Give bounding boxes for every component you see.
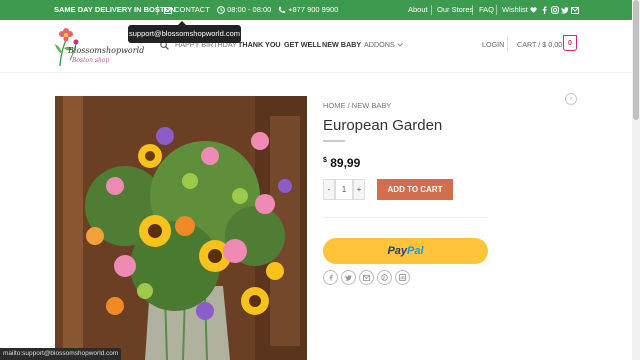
linkedin-share-icon[interactable] — [395, 270, 410, 285]
phone-link[interactable]: +877 900 9900 — [278, 0, 338, 20]
twitter-icon[interactable] — [561, 0, 569, 20]
logo-city: Boston shop — [72, 57, 110, 64]
email-share-icon[interactable] — [359, 270, 374, 285]
pinterest-share-icon[interactable] — [377, 270, 392, 285]
divider — [431, 5, 432, 15]
share-icons — [323, 270, 410, 285]
paypal-button[interactable]: PayPal — [323, 238, 488, 264]
paypal-label-pay: Pay — [387, 245, 408, 257]
quantity-plus-button[interactable]: + — [353, 179, 365, 200]
divider — [507, 37, 508, 51]
nav-get-well[interactable]: GET WELL — [284, 40, 321, 50]
phone-label: +877 900 9900 — [288, 5, 339, 14]
divider — [323, 217, 488, 218]
paypal-label-pal: Pal — [407, 245, 424, 257]
logo[interactable]: Blossomshopworld Boston shop — [54, 26, 144, 68]
twitter-share-icon[interactable] — [341, 270, 356, 285]
breadcrumb: HOME / NEW BABY — [323, 101, 391, 110]
nav-addons[interactable]: ADDONS — [364, 40, 403, 50]
divider — [496, 5, 497, 15]
contact-label: CONTACT — [174, 5, 210, 14]
wishlist-label: Wishlist — [502, 5, 528, 14]
product-image[interactable] — [55, 96, 307, 360]
cart-link[interactable]: CART / $ 0,00 — [517, 40, 562, 50]
contact-link[interactable]: CONTACT — [164, 0, 210, 20]
nav-addons-label: ADDONS — [364, 40, 395, 49]
divider — [157, 5, 158, 15]
clock-icon — [217, 6, 225, 14]
wishlist-link[interactable]: Wishlist — [502, 0, 537, 20]
our-stores-link[interactable]: Our Stores — [437, 0, 473, 20]
hours: 08:00 - 08:00 — [217, 0, 271, 20]
breadcrumb-category[interactable]: NEW BABY — [352, 101, 392, 110]
logo-name: Blossomshopworld — [68, 46, 145, 55]
next-product-icon[interactable]: › — [565, 93, 577, 105]
chevron-down-icon — [396, 43, 403, 47]
instagram-icon[interactable] — [551, 0, 559, 20]
contact-tooltip: support@blossomshopworld.com — [128, 21, 241, 43]
phone-icon — [278, 6, 286, 13]
nav-new-baby[interactable]: NEW BABY — [322, 40, 361, 50]
facebook-icon[interactable] — [542, 0, 547, 20]
quantity-input[interactable]: 1 — [335, 179, 353, 200]
product-title: European Garden — [323, 117, 443, 134]
breadcrumb-separator: / — [347, 101, 350, 110]
status-bar: mailto:support@blossomshopworld.com — [0, 348, 122, 360]
heart-icon — [530, 7, 537, 13]
faq-link[interactable]: FAQ — [479, 0, 494, 20]
divider — [472, 5, 473, 15]
product-price: $ 89,99 — [323, 156, 360, 170]
email-icon[interactable] — [571, 0, 579, 20]
add-to-cart-button[interactable]: ADD TO CART — [377, 179, 453, 200]
login-link[interactable]: LOGIN — [482, 40, 504, 50]
bouquet-image — [55, 96, 307, 360]
price-value: 89,99 — [330, 156, 361, 170]
quantity-stepper: - 1 + — [323, 179, 365, 200]
envelope-icon — [164, 6, 172, 14]
facebook-share-icon[interactable] — [323, 270, 338, 285]
about-link[interactable]: About — [408, 0, 428, 20]
cart-count-badge[interactable]: 0 — [563, 35, 577, 51]
header: Blossomshopworld Boston shop HAPPY BIRTH… — [0, 20, 640, 73]
currency-symbol: $ — [323, 157, 327, 164]
title-divider — [323, 140, 345, 142]
scrollbar-thumb[interactable] — [633, 0, 639, 120]
breadcrumb-home[interactable]: HOME — [323, 101, 346, 110]
top-bar: SAME DAY DELIVERY IN BOSTON CONTACT 08:0… — [0, 0, 640, 20]
quantity-minus-button[interactable]: - — [323, 179, 335, 200]
hours-label: 08:00 - 08:00 — [227, 5, 272, 14]
nav-thank-you[interactable]: THANK YOU — [238, 40, 281, 50]
